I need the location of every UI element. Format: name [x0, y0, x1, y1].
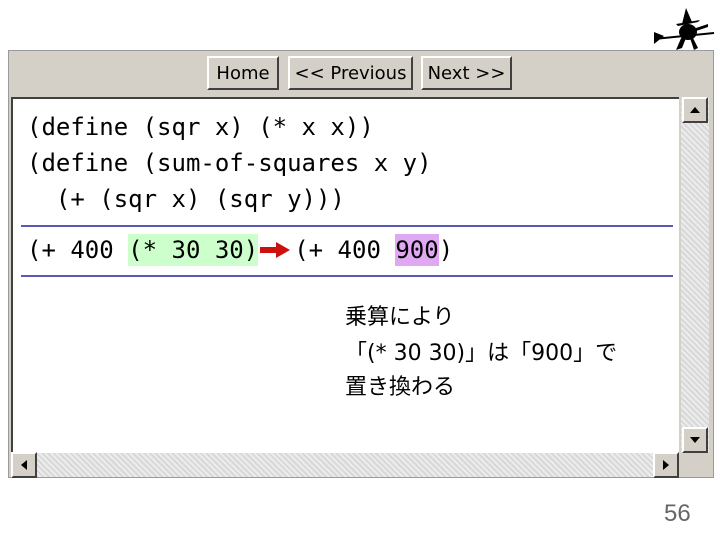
red-right-arrow-icon [260, 242, 291, 258]
previous-button[interactable]: << Previous [288, 56, 413, 90]
scroll-right-button[interactable] [653, 452, 679, 478]
next-button[interactable]: Next >> [421, 56, 512, 90]
vertical-scrollbar[interactable] [681, 97, 709, 453]
triangle-left-icon [21, 460, 27, 470]
after-highlight: 900 [395, 234, 439, 266]
browser-window: Home << Previous Next >> (define (sqr x)… [8, 50, 714, 478]
scroll-up-button[interactable] [682, 97, 708, 123]
toolbar: Home << Previous Next >> [9, 51, 713, 95]
note-line-2: 「(* 30 30)」は「900」で [345, 341, 618, 366]
witch-logo-icon [654, 8, 714, 50]
content-area: (define (sqr x) (* x x)) (define (sum-of… [11, 97, 679, 453]
after-suffix: ) [438, 236, 454, 264]
divider-top [21, 225, 673, 227]
code-line-define-sqr: (define (sqr x) (* x x)) [27, 113, 374, 141]
scroll-down-button[interactable] [682, 427, 708, 453]
horizontal-scrollbar[interactable] [11, 452, 679, 478]
scrollbar-corner [681, 453, 709, 477]
note-line-3: 置き換わる [345, 375, 456, 400]
scroll-left-button[interactable] [11, 452, 37, 478]
triangle-down-icon [690, 437, 700, 443]
note-line-1: 乗算により [345, 305, 455, 330]
code-line-define-sum-of-squares: (define (sum-of-squares x y) [27, 149, 432, 177]
home-button[interactable]: Home [207, 56, 279, 90]
triangle-up-icon [690, 107, 700, 113]
code-line-sum-body: (+ (sqr x) (sqr y))) [27, 185, 345, 213]
before-prefix: (+ 400 [27, 236, 129, 264]
after-prefix: (+ 400 [294, 236, 396, 264]
evaluation-step: (+ 400 (* 30 30) (+ 400 900) [27, 231, 453, 269]
before-highlight: (* 30 30) [128, 234, 259, 266]
divider-bottom [21, 275, 673, 277]
page-number: 56 [664, 500, 691, 527]
triangle-right-icon [663, 460, 669, 470]
